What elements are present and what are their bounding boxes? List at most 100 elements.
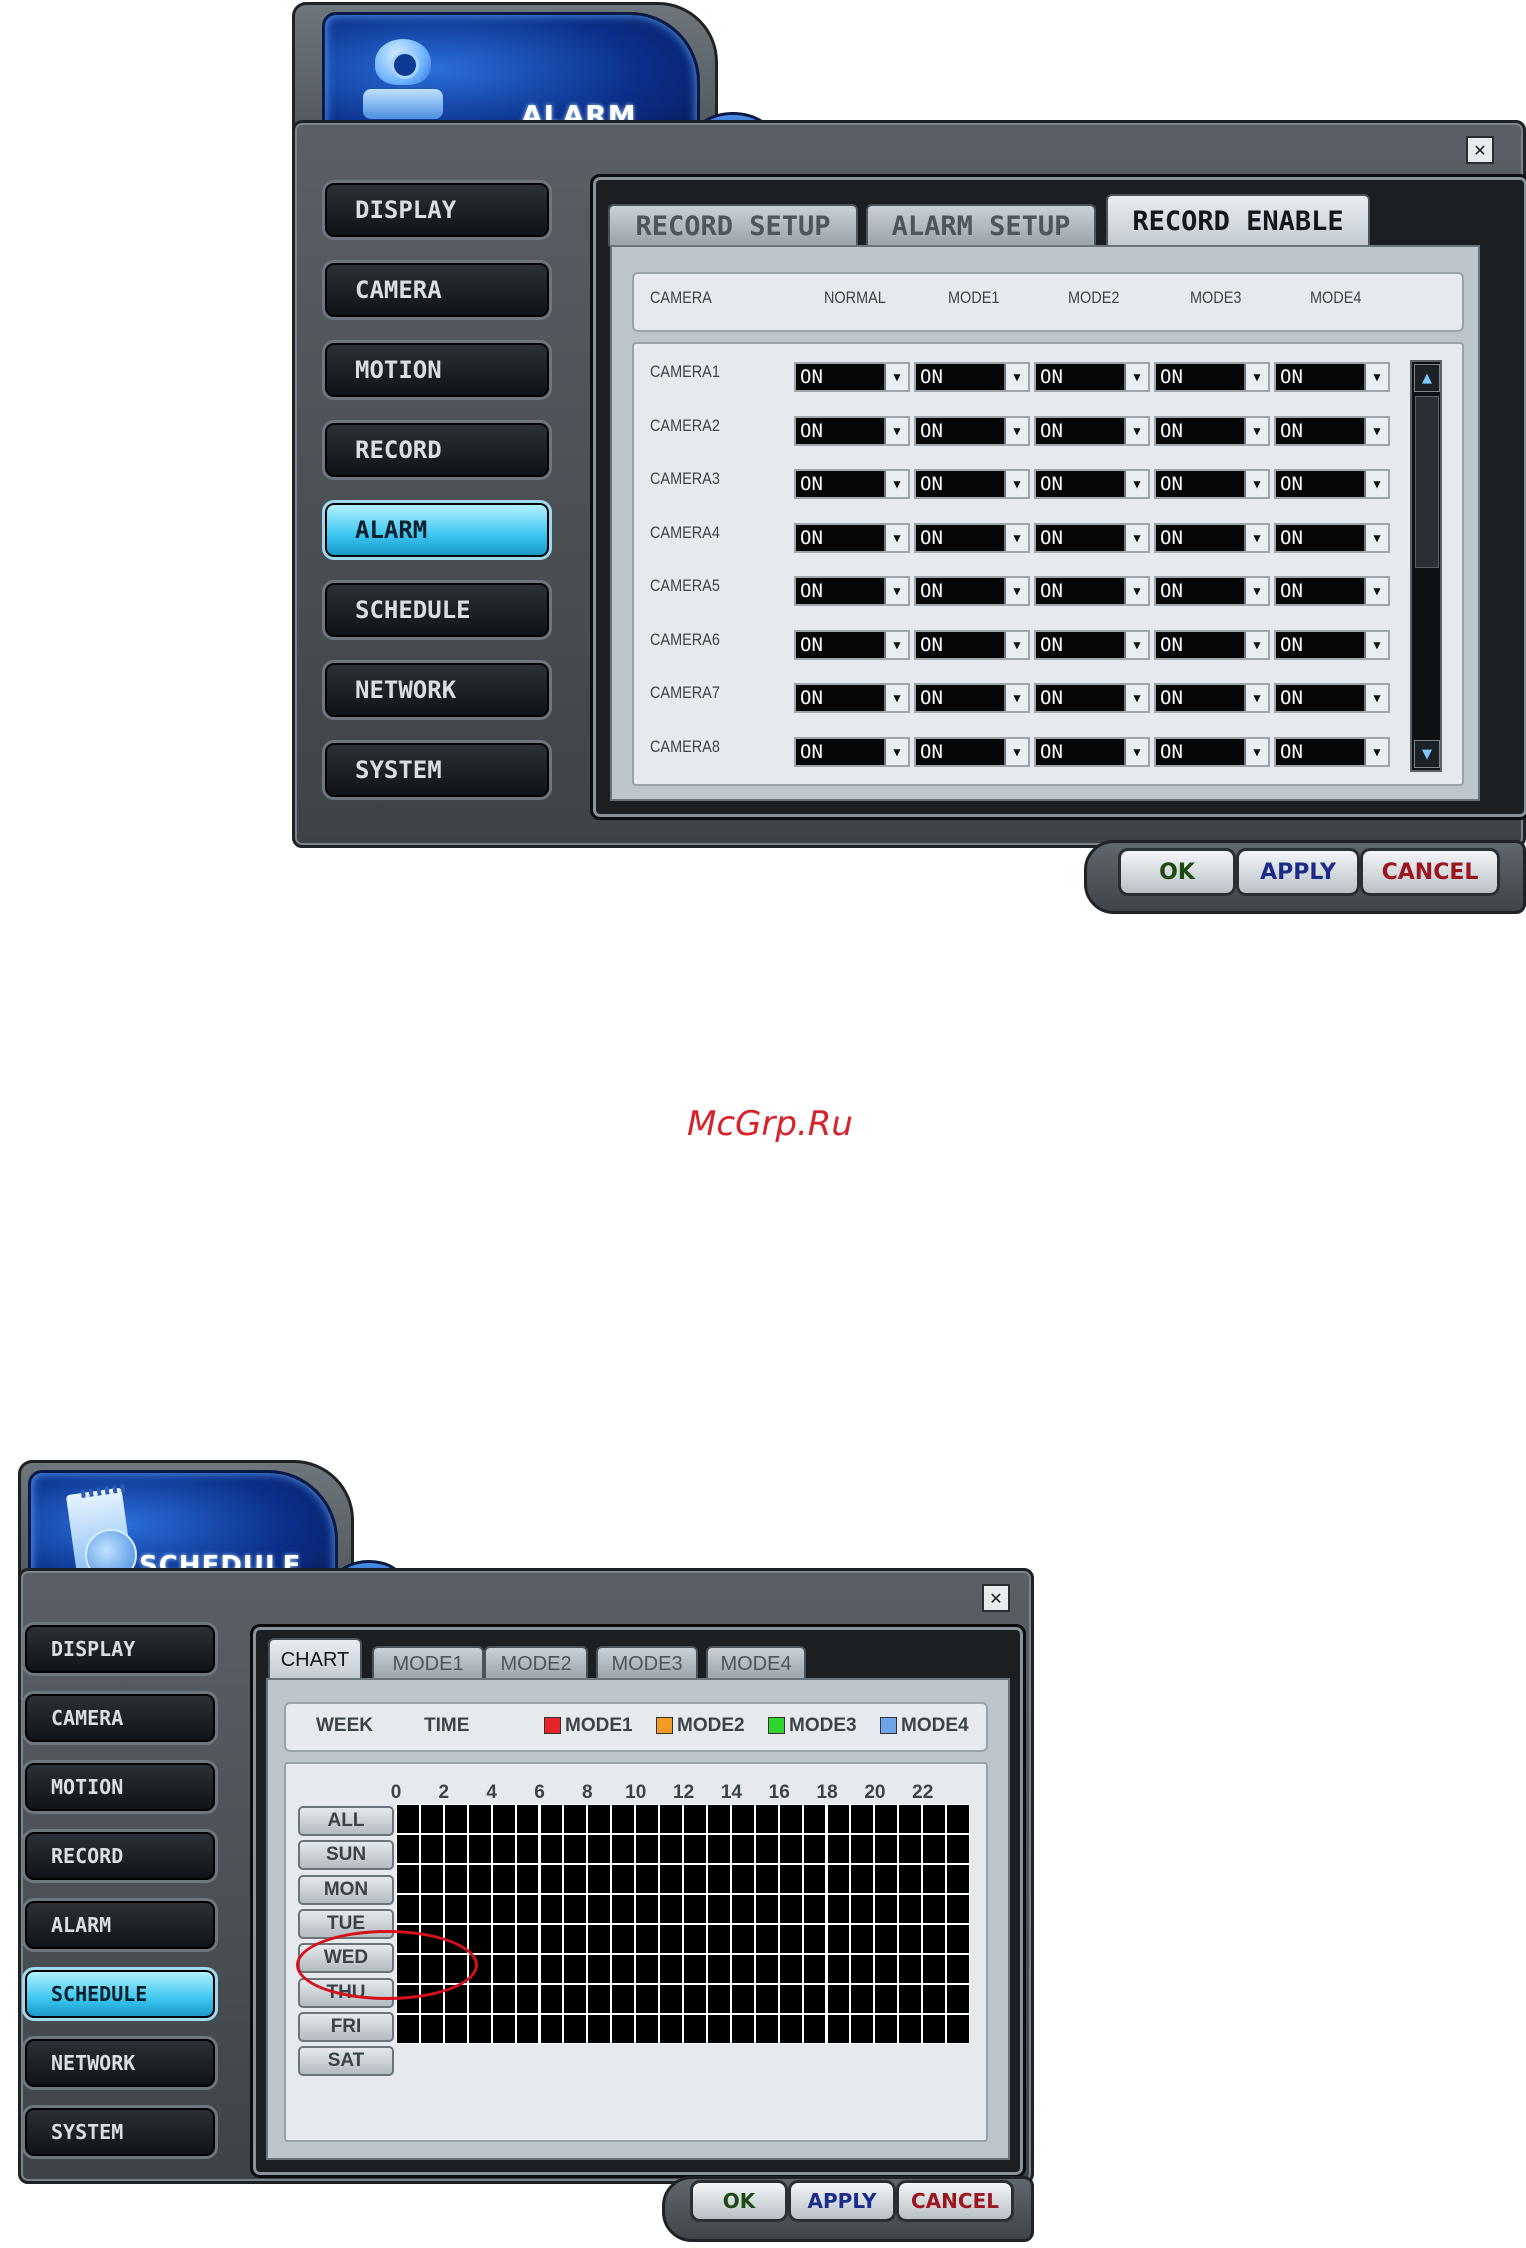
schedule-cell[interactable] — [779, 1895, 802, 1923]
record-enable-select[interactable]: ON ▼ — [794, 576, 910, 606]
schedule-cell[interactable] — [684, 1985, 706, 2013]
schedule-cell[interactable] — [612, 1865, 635, 1893]
alarm-apply-button[interactable]: APPLY — [1236, 848, 1360, 896]
schedule-cell[interactable] — [636, 1955, 659, 1983]
schedule-cell[interactable] — [851, 2015, 874, 2043]
chevron-down-icon[interactable]: ▼ — [884, 578, 908, 604]
schedule-cell[interactable] — [899, 1835, 922, 1863]
schedule-cell[interactable] — [731, 1955, 754, 1983]
sidebar-item-network[interactable]: NETWORK — [322, 660, 552, 720]
schedule-cell[interactable] — [397, 2015, 419, 2043]
schedule-cell[interactable] — [875, 1835, 898, 1863]
schedule-cell[interactable] — [851, 1805, 874, 1833]
schedule-cell[interactable] — [444, 1835, 467, 1863]
schedule-cell[interactable] — [564, 1865, 587, 1893]
schedule-cell[interactable] — [731, 2015, 754, 2043]
record-enable-select[interactable]: ON ▼ — [1154, 736, 1270, 767]
schedule-cell[interactable] — [420, 1835, 443, 1863]
schedule-cell[interactable] — [947, 1985, 969, 2013]
alarm-cancel-button[interactable]: CANCEL — [1360, 848, 1500, 896]
chevron-down-icon[interactable]: ▼ — [1004, 578, 1028, 604]
chevron-down-icon[interactable]: ▼ — [884, 631, 908, 658]
record-enable-select[interactable]: ON ▼ — [1034, 415, 1150, 446]
schedule-cell[interactable] — [636, 1865, 659, 1893]
record-enable-select[interactable]: ON ▼ — [1154, 522, 1270, 553]
schedule-cell[interactable] — [444, 1805, 467, 1833]
schedule-cell[interactable] — [468, 1835, 491, 1863]
schedule-cell[interactable] — [755, 1865, 778, 1893]
record-enable-select[interactable]: ON ▼ — [794, 736, 910, 767]
scroll-down-button[interactable]: ▼ — [1414, 740, 1440, 768]
schedule-cell[interactable] — [851, 1955, 874, 1983]
schedule-cell[interactable] — [397, 1865, 419, 1893]
record-enable-select[interactable]: ON ▼ — [1154, 469, 1270, 499]
schedule-cell[interactable] — [731, 1925, 754, 1953]
schedule-cell[interactable] — [875, 1955, 898, 1983]
tab-mode4[interactable]: MODE4 — [706, 1646, 806, 1680]
schedule-cell[interactable] — [827, 1805, 850, 1833]
schedule-cell[interactable] — [899, 1805, 922, 1833]
schedule-cell[interactable] — [684, 1925, 706, 1953]
schedule-cell[interactable] — [707, 1895, 730, 1923]
schedule-cell[interactable] — [947, 1865, 969, 1893]
schedule-cell[interactable] — [540, 1925, 563, 1953]
schedule-cell[interactable] — [851, 1895, 874, 1923]
schedule-cell[interactable] — [707, 1835, 730, 1863]
schedule-cell[interactable] — [564, 1835, 587, 1863]
sidebar-item-display[interactable]: DISPLAY — [322, 180, 552, 240]
schedule-cell[interactable] — [899, 1895, 922, 1923]
schedule-cell[interactable] — [540, 1865, 563, 1893]
record-enable-select[interactable]: ON ▼ — [794, 629, 910, 660]
schedule-cell[interactable] — [660, 1925, 682, 1953]
tab-mode3[interactable]: MODE3 — [596, 1646, 698, 1680]
schedule-cell[interactable] — [923, 1805, 946, 1833]
schedule-cell[interactable] — [851, 1865, 874, 1893]
schedule-cell[interactable] — [636, 2015, 659, 2043]
schedule-cell[interactable] — [444, 1865, 467, 1893]
record-enable-select[interactable]: ON ▼ — [1274, 576, 1390, 606]
schedule-cell[interactable] — [851, 1835, 874, 1863]
schedule-cell[interactable] — [827, 1835, 850, 1863]
schedule-cell[interactable] — [875, 1985, 898, 2013]
record-enable-select[interactable]: ON ▼ — [1034, 576, 1150, 606]
chevron-down-icon[interactable]: ▼ — [1124, 738, 1148, 765]
schedule-cell[interactable] — [899, 1955, 922, 1983]
schedule-cell[interactable] — [875, 1805, 898, 1833]
schedule-cell[interactable] — [707, 2015, 730, 2043]
record-enable-select[interactable]: ON ▼ — [1034, 522, 1150, 553]
record-enable-select[interactable]: ON ▼ — [1034, 736, 1150, 767]
schedule-cell[interactable] — [755, 1925, 778, 1953]
scroll-thumb[interactable] — [1415, 396, 1439, 568]
schedule-cell[interactable] — [755, 1895, 778, 1923]
record-enable-select[interactable]: ON ▼ — [1154, 683, 1270, 713]
schedule-cell[interactable] — [803, 1985, 826, 2013]
schedule-cell[interactable] — [397, 1805, 419, 1833]
schedule-cell[interactable] — [492, 1805, 515, 1833]
schedule-cell[interactable] — [492, 1895, 515, 1923]
schedule-cell[interactable] — [588, 1985, 611, 2013]
record-enable-select[interactable]: ON ▼ — [794, 469, 910, 499]
chevron-down-icon[interactable]: ▼ — [884, 738, 908, 765]
schedule-cell[interactable] — [731, 1985, 754, 2013]
schedule-cell[interactable] — [731, 1835, 754, 1863]
schedule-cell[interactable] — [684, 2015, 706, 2043]
schedule-cell[interactable] — [540, 1835, 563, 1863]
chevron-down-icon[interactable]: ▼ — [1004, 631, 1028, 658]
record-enable-select[interactable]: ON ▼ — [1274, 415, 1390, 446]
schedule-cell[interactable] — [684, 1895, 706, 1923]
record-enable-select[interactable]: ON ▼ — [914, 736, 1030, 767]
record-enable-select[interactable]: ON ▼ — [1154, 362, 1270, 392]
schedule-cell[interactable] — [660, 1895, 682, 1923]
alarm-close-button[interactable]: ✕ — [1466, 136, 1494, 164]
schedule-cell[interactable] — [755, 1835, 778, 1863]
sidebar-item-record[interactable]: RECORD — [22, 1829, 218, 1883]
schedule-cell[interactable] — [803, 2015, 826, 2043]
schedule-cell[interactable] — [684, 1805, 706, 1833]
schedule-cell[interactable] — [492, 1925, 515, 1953]
schedule-cell[interactable] — [468, 1925, 491, 1953]
chevron-down-icon[interactable]: ▼ — [1004, 471, 1028, 497]
schedule-cell[interactable] — [564, 1805, 587, 1833]
chevron-down-icon[interactable]: ▼ — [884, 524, 908, 551]
record-enable-select[interactable]: ON ▼ — [1034, 362, 1150, 392]
sidebar-item-alarm[interactable]: ALARM — [322, 500, 552, 560]
